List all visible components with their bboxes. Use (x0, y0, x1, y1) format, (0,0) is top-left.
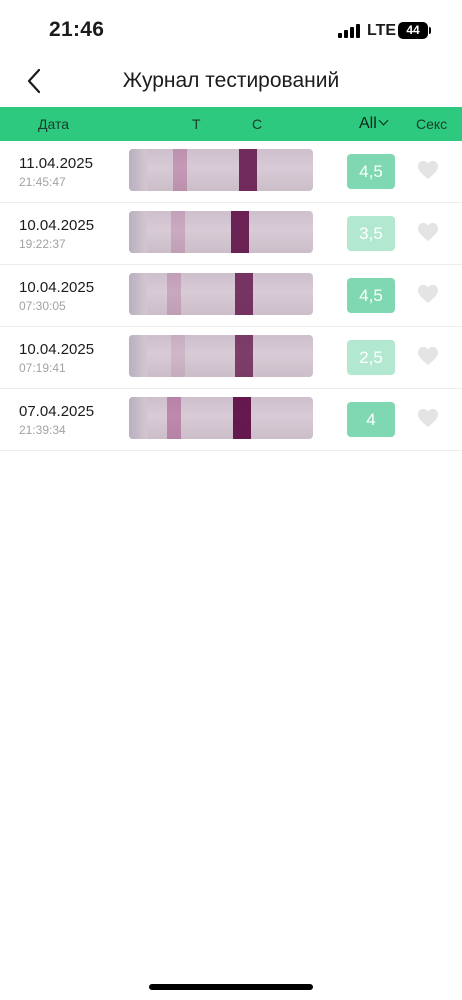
test-strip-image[interactable] (129, 273, 313, 315)
control-line (239, 149, 257, 191)
table-header: Дата T C All Секс (0, 107, 462, 141)
control-line (235, 335, 253, 377)
test-line (171, 335, 185, 377)
heart-icon (418, 222, 438, 242)
strip-edge (129, 273, 147, 315)
control-line (231, 211, 249, 253)
column-header-test-line: T (192, 116, 201, 132)
heart-icon (418, 346, 438, 366)
record-date: 10.04.2025 (19, 279, 95, 296)
test-line (173, 149, 187, 191)
record-date: 10.04.2025 (19, 341, 95, 358)
status-time: 21:46 (49, 18, 105, 41)
signal-icon (338, 24, 360, 38)
record-date: 11.04.2025 (19, 155, 93, 172)
sex-toggle[interactable] (417, 284, 439, 306)
score-badge[interactable]: 3,5 (347, 216, 395, 251)
score-badge[interactable]: 4,5 (347, 278, 395, 313)
nav-bar: Журнал тестирований (0, 60, 462, 106)
status-bar: 21:46 LTE 44 (0, 0, 462, 60)
record-date: 07.04.2025 (19, 403, 95, 420)
battery-cap (429, 27, 431, 34)
score-badge[interactable]: 4 (347, 402, 395, 437)
strip-edge (129, 335, 147, 377)
sex-toggle[interactable] (417, 222, 439, 244)
sex-toggle[interactable] (417, 160, 439, 182)
column-header-control-line: C (252, 116, 263, 132)
chevron-down-icon (378, 115, 389, 126)
score-badge[interactable]: 4,5 (347, 154, 395, 189)
test-strip-image[interactable] (129, 149, 313, 191)
record-date: 10.04.2025 (19, 217, 95, 234)
page-title: Журнал тестирований (122, 69, 340, 92)
test-record-row[interactable]: 10.04.2025 19:22:37 3,5 (0, 203, 462, 265)
battery-level: 44 (406, 23, 420, 37)
control-line (235, 273, 253, 315)
filter-label: All (359, 115, 377, 132)
test-line (167, 273, 181, 315)
strip-edge (129, 211, 147, 253)
test-strip-image[interactable] (129, 211, 313, 253)
heart-icon (418, 408, 438, 428)
test-strip-image[interactable] (129, 397, 313, 439)
heart-icon (418, 160, 438, 180)
test-line (171, 211, 185, 253)
test-strip-image[interactable] (129, 335, 313, 377)
home-indicator (149, 984, 313, 990)
battery-icon: 44 (398, 22, 428, 39)
strip-edge (129, 397, 147, 439)
sex-toggle[interactable] (417, 346, 439, 368)
sex-toggle[interactable] (417, 408, 439, 430)
record-time: 19:22:37 (19, 237, 66, 251)
record-time: 07:30:05 (19, 299, 66, 313)
score-badge[interactable]: 2,5 (347, 340, 395, 375)
record-time: 21:39:34 (19, 423, 66, 437)
test-record-row[interactable]: 07.04.2025 21:39:34 4 (0, 389, 462, 451)
test-record-row[interactable]: 10.04.2025 07:19:41 2,5 (0, 327, 462, 389)
filter-dropdown[interactable]: All (359, 107, 389, 141)
control-line (233, 397, 251, 439)
test-log-list: 11.04.2025 21:45:47 4,5 10.04.2025 19:22… (0, 141, 462, 451)
test-record-row[interactable]: 10.04.2025 07:30:05 4,5 (0, 265, 462, 327)
test-record-row[interactable]: 11.04.2025 21:45:47 4,5 (0, 141, 462, 203)
strip-edge (129, 149, 147, 191)
network-type: LTE (367, 22, 397, 39)
column-header-sex: Секс (416, 116, 448, 132)
record-time: 21:45:47 (19, 175, 66, 189)
test-line (167, 397, 181, 439)
column-header-date: Дата (38, 116, 70, 132)
heart-icon (418, 284, 438, 304)
record-time: 07:19:41 (19, 361, 66, 375)
